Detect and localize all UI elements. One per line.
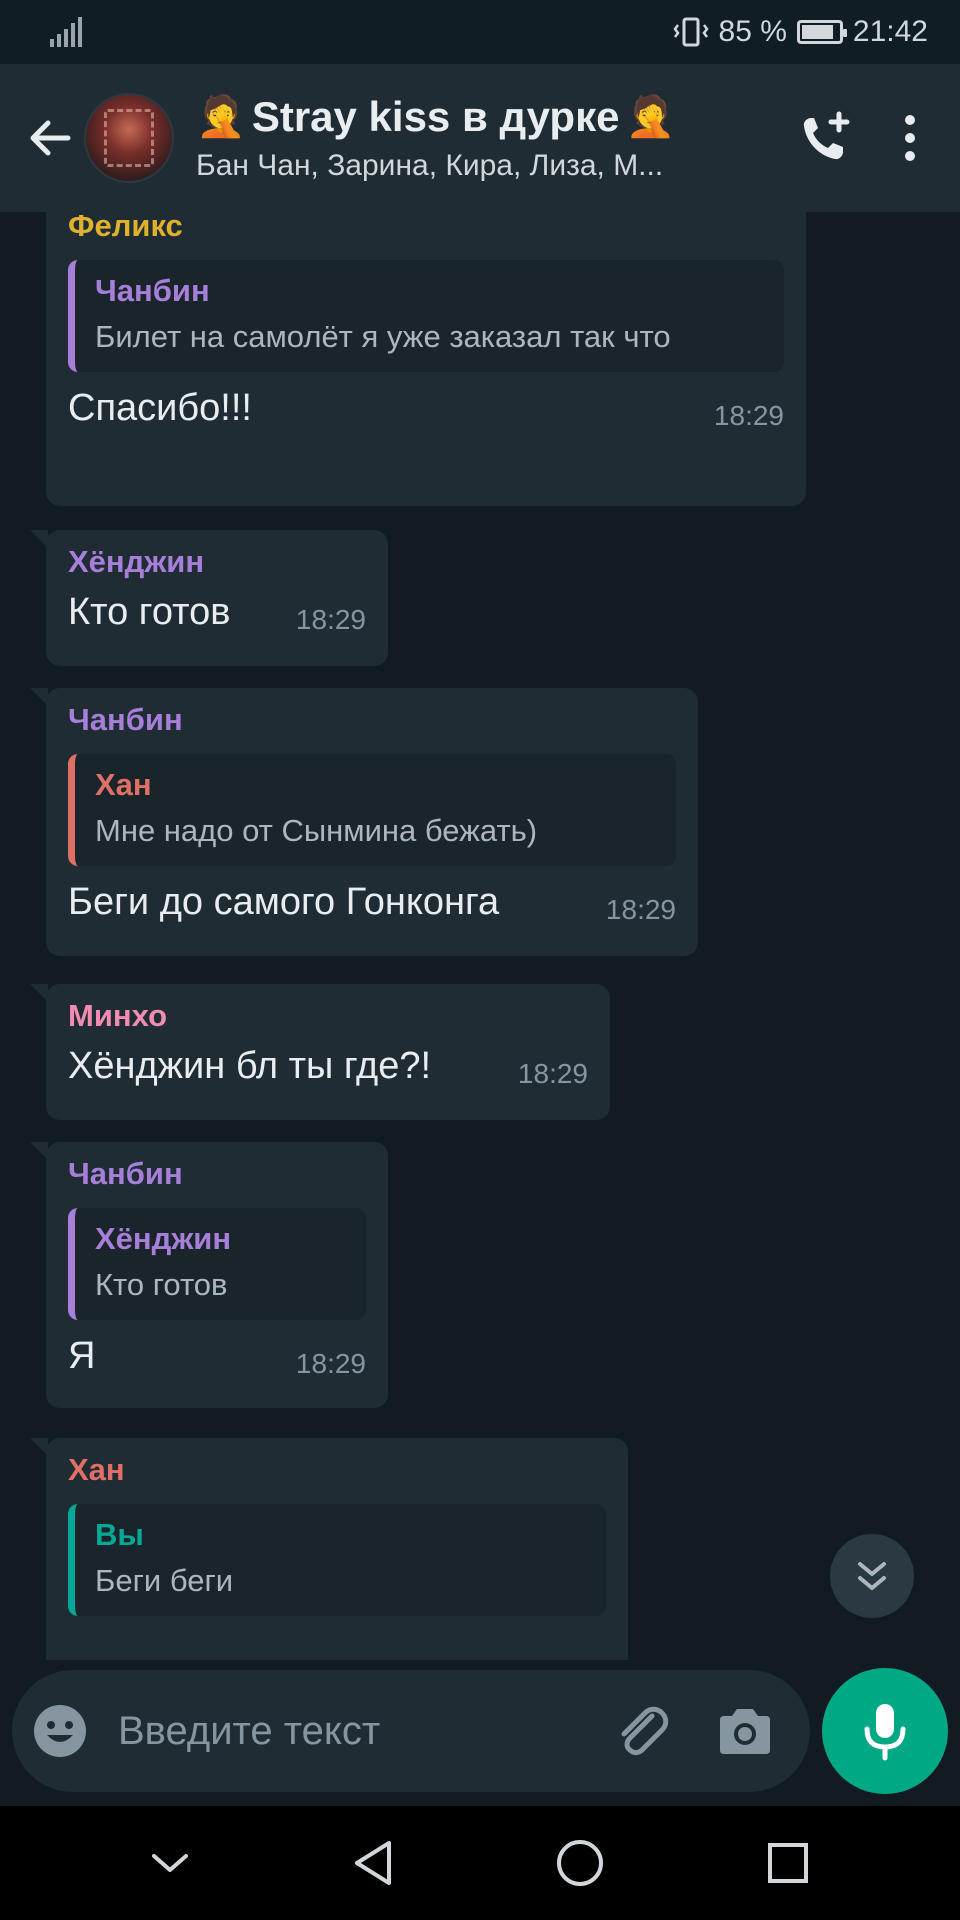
quote-author: Хан [95,767,152,802]
clock: 21:42 [852,15,928,48]
message-sender: Чанбин [68,1156,183,1191]
arrow-left-icon [30,120,71,156]
battery-icon [796,20,847,44]
quote-text: Кто готов [95,1267,228,1302]
message-text: Кто готов [68,591,231,633]
quote-author: Вы [95,1517,144,1552]
message-text: Я [68,1335,96,1377]
chat-members: Бан Чан, Зарина, Кира, Лиза, М... [196,149,664,182]
message-time: 18:29 [605,894,676,925]
message-text: Спасибо!!! [68,387,252,429]
message-sender: Хан [68,1452,125,1487]
reply-quote[interactable]: Хёнджин Кто готов [68,1208,366,1320]
quote-text: Билет на самолёт я уже заказал так что [95,319,671,354]
message-sender: Минхо [68,998,168,1033]
vibrate-icon [672,17,709,47]
nav-back-icon[interactable] [351,1839,395,1887]
message-sender: Феликс [68,212,183,243]
message-bubble[interactable]: Хан Вы Беги беги [30,1438,628,1660]
scroll-to-bottom-button[interactable] [830,1534,914,1618]
nav-home-icon[interactable] [555,1838,605,1888]
battery-percent: 85 % [718,15,787,48]
add-call-icon [803,111,850,160]
quote-author: Чанбин [95,273,210,308]
emoji-icon[interactable] [32,1703,88,1759]
message-time: 18:29 [713,400,784,431]
nav-recents-icon[interactable] [766,1841,810,1885]
facepalm-emoji-left: 🤦 [196,95,246,139]
reply-quote[interactable]: Чанбин Билет на самолёт я уже заказал та… [68,260,784,372]
menu-button[interactable] [870,114,950,162]
message-bubble[interactable]: Хёнджин Кто готов 18:29 [30,530,388,666]
back-button[interactable] [14,115,84,161]
message-bubble[interactable]: Минхо Хёнджин бл ты где?! 18:29 [30,984,610,1120]
message-sender: Хёнджин [68,544,205,579]
chat-title-block[interactable]: 🤦 Stray kiss в дурке 🤦 Бан Чан, Зарина, … [196,93,780,183]
chat-title: 🤦 Stray kiss в дурке 🤦 [196,93,780,141]
add-call-button[interactable] [780,110,870,166]
chevron-down-icon[interactable] [150,1848,190,1878]
message-input[interactable]: Введите текст [118,1709,612,1754]
reply-quote[interactable]: Вы Беги беги [68,1504,606,1616]
more-vert-icon [905,115,915,161]
system-nav-bar [0,1806,960,1920]
chat-header: 🤦 Stray kiss в дурке 🤦 Бан Чан, Зарина, … [0,64,960,212]
signal-icon [50,17,82,47]
message-composer: Введите текст [12,1670,810,1792]
message-time: 18:29 [295,1348,366,1379]
message-list[interactable]: Феликс Чанбин Билет на самолёт я уже зак… [0,212,960,1660]
double-chevron-down-icon [858,1562,886,1590]
reply-quote[interactable]: Хан Мне надо от Сынмина бежать) [68,754,676,866]
quote-text: Мне надо от Сынмина бежать) [95,813,538,848]
chat-title-text: Stray kiss в дурке [251,93,620,140]
mic-icon [864,1704,906,1761]
group-avatar[interactable] [84,93,174,183]
message-text: Беги до самого Гонконга [68,881,500,923]
message-bubble[interactable]: Чанбин Хан Мне надо от Сынмина бежать) Б… [30,688,698,956]
voice-record-button[interactable] [822,1668,948,1794]
message-text: Хёнджин бл ты где?! [68,1045,432,1087]
message-bubble[interactable]: Чанбин Хёнджин Кто готов Я 18:29 [30,1142,388,1408]
message-time: 18:29 [295,604,366,635]
message-sender: Чанбин [68,702,183,737]
status-bar: 85 % 21:42 [0,0,960,64]
quote-text: Беги беги [95,1563,234,1598]
message-time: 18:29 [517,1058,588,1089]
facepalm-emoji-right: 🤦 [625,95,676,139]
quote-author: Хёнджин [95,1221,232,1256]
message-bubble[interactable]: Феликс Чанбин Билет на самолёт я уже зак… [46,212,806,506]
camera-icon[interactable] [716,1706,774,1756]
paperclip-icon[interactable] [612,1700,674,1762]
